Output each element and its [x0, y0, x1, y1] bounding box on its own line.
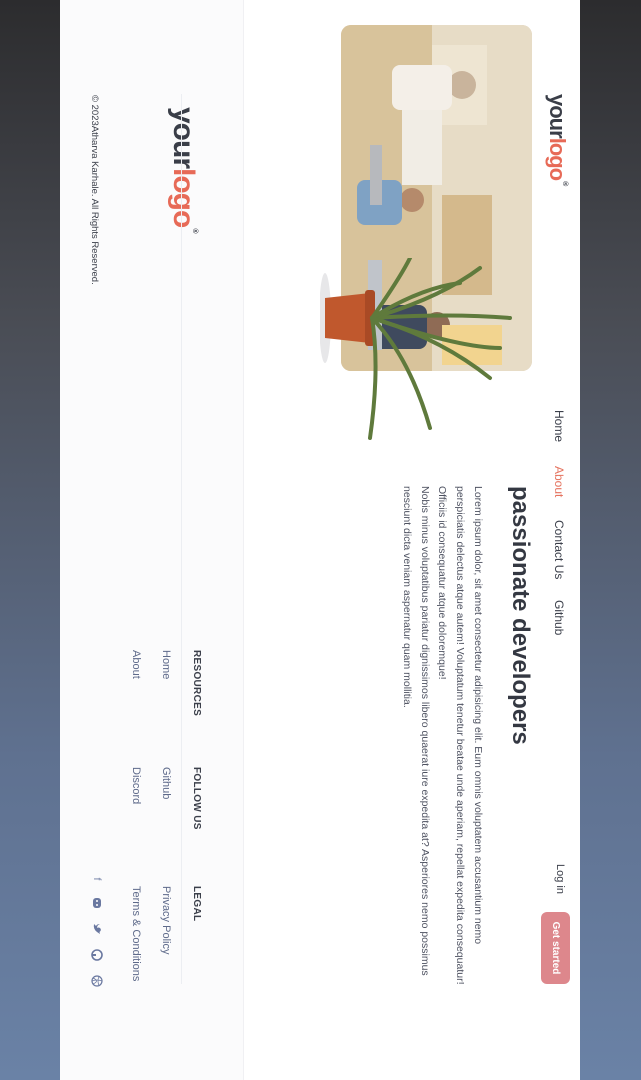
copyright-text: © 2023Atharva Karhale. All Rights Reserv…	[89, 95, 100, 285]
footer-link-discord[interactable]: Discord	[130, 767, 142, 804]
nav-contact-us[interactable]: Contact Us	[552, 520, 566, 579]
footer-link-terms[interactable]: Terms & Conditions	[130, 886, 142, 981]
footer-logo[interactable]: yourlogo®	[167, 107, 200, 233]
github-icon[interactable]	[90, 948, 104, 962]
potted-plant-image	[319, 256, 520, 448]
footer-divider	[181, 94, 182, 984]
dribbble-icon[interactable]	[90, 974, 104, 988]
footer-link-home[interactable]: Home	[160, 650, 172, 679]
discord-icon[interactable]	[90, 896, 104, 910]
login-link[interactable]: Log in	[554, 864, 566, 894]
footer-heading-legal: LEGAL	[191, 886, 202, 922]
nav-about[interactable]: About	[552, 466, 566, 497]
footer	[60, 0, 244, 1080]
hero-paragraph-1: Lorem ipsum dolor, sit amet consectetur …	[436, 486, 484, 985]
twitter-icon[interactable]	[90, 922, 104, 936]
facebook-icon[interactable]: f	[90, 872, 104, 886]
hero-paragraph-2: Nobis minus voluptatibus pariatur dignis…	[401, 486, 431, 976]
page-rotated: yourlogo® Home About Contact Us Github L…	[60, 0, 580, 1080]
hero-headline: passionate developers	[507, 486, 534, 745]
nav-home[interactable]: Home	[552, 410, 566, 442]
footer-link-privacy-policy[interactable]: Privacy Policy	[160, 886, 172, 954]
footer-heading-follow-us: FOLLOW US	[191, 767, 202, 830]
footer-link-github[interactable]: Github	[160, 767, 172, 799]
nav-github[interactable]: Github	[552, 600, 566, 635]
header-logo[interactable]: yourlogo®	[545, 94, 570, 185]
footer-heading-resources: RESOURCES	[191, 650, 202, 717]
get-started-button[interactable]: Get started	[541, 912, 570, 984]
footer-link-about[interactable]: About	[130, 650, 142, 679]
